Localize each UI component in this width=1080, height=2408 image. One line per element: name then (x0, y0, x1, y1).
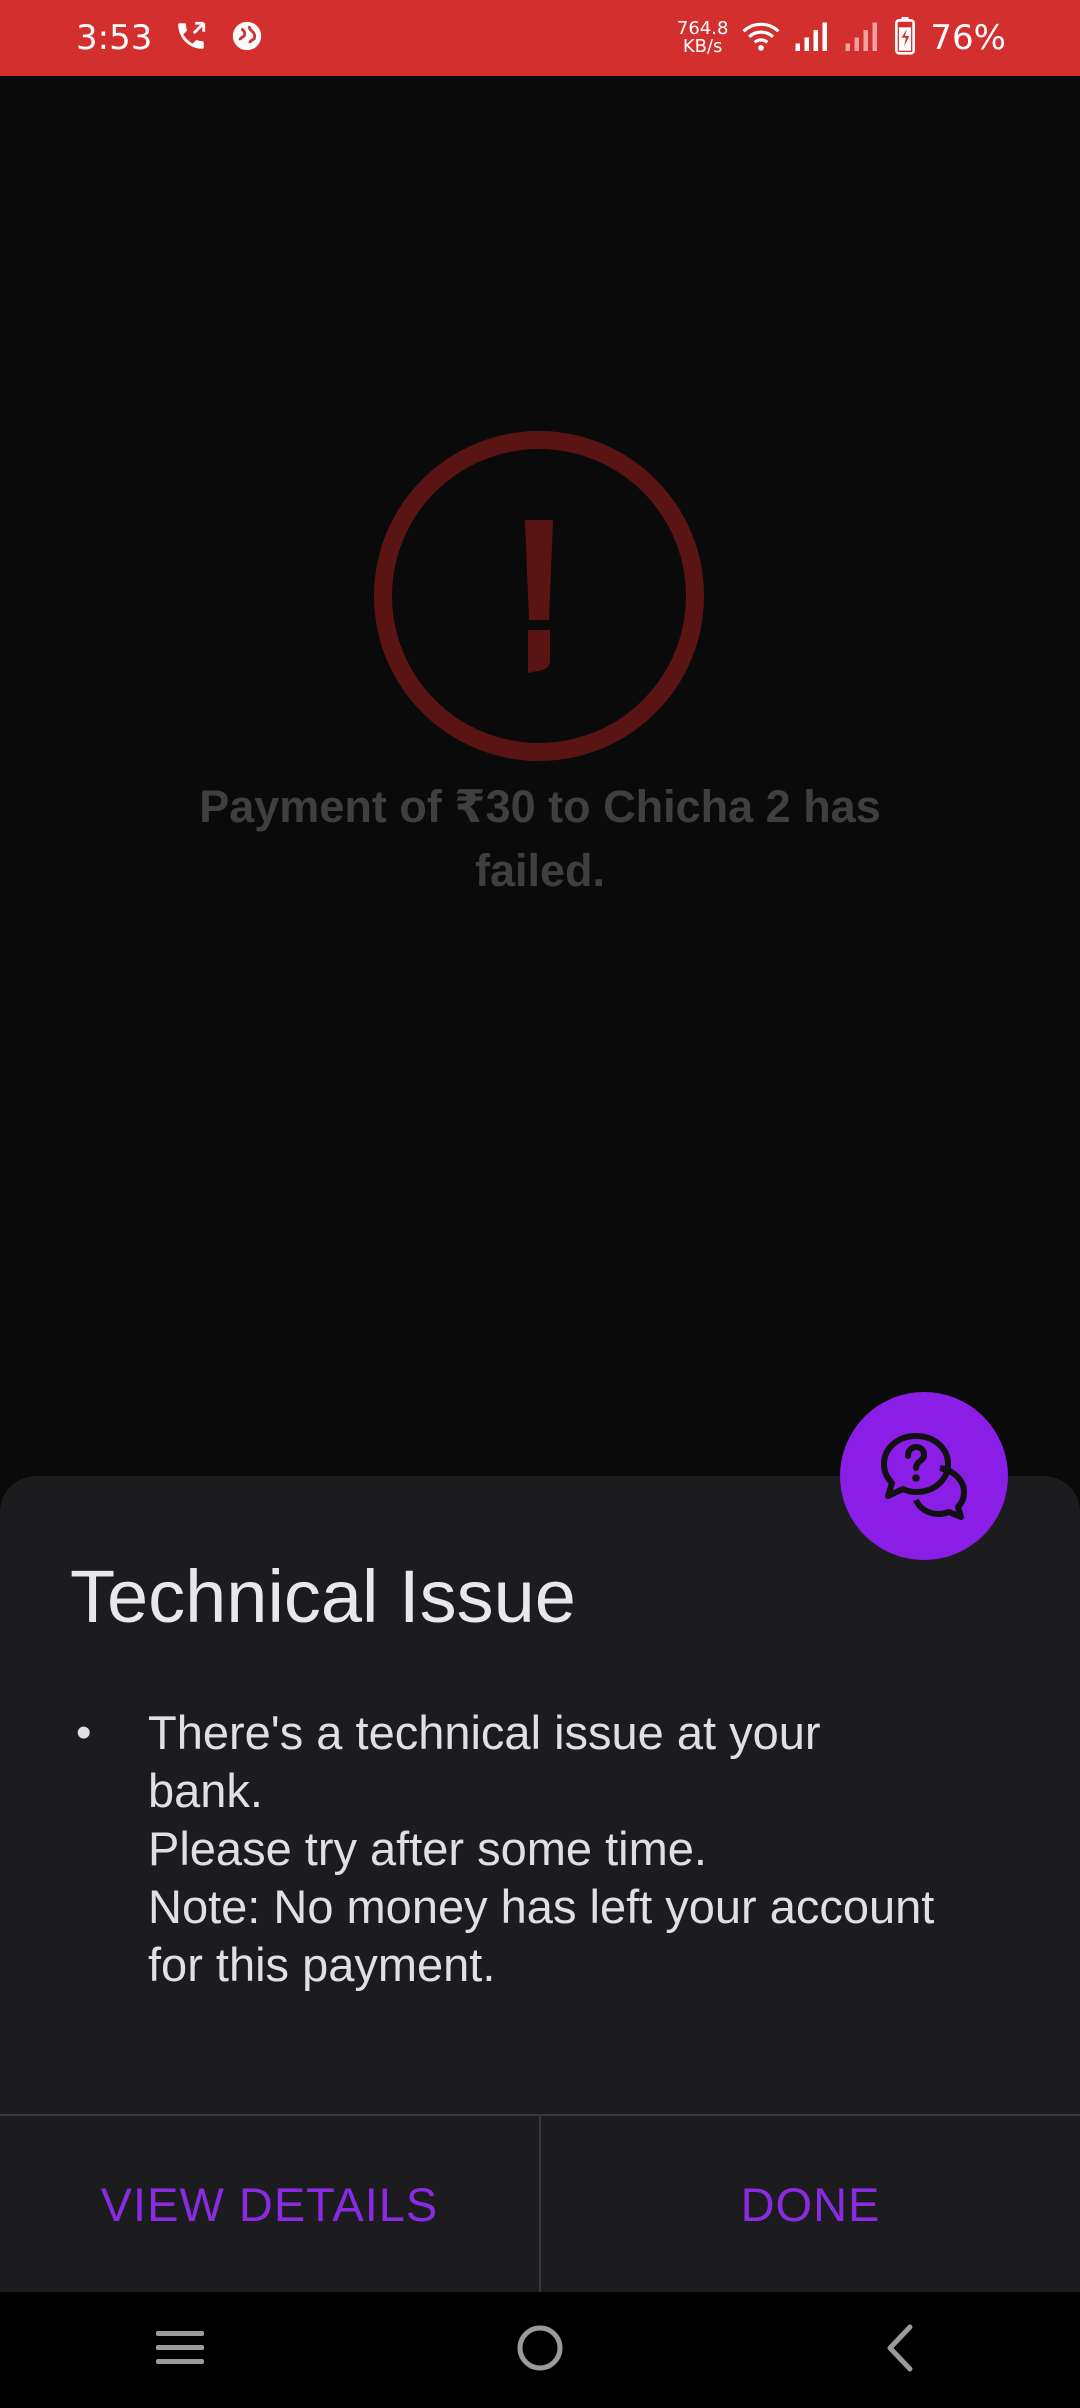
battery-icon (894, 16, 916, 60)
issue-line: Please try after some time. (148, 1822, 707, 1875)
payment-failed-line2: failed. (474, 845, 606, 896)
chevron-left-icon (880, 2323, 920, 2378)
issue-line: There's a technical issue at your (148, 1706, 821, 1759)
menu-icon (154, 2328, 206, 2373)
view-details-button[interactable]: VIEW DETAILS (0, 2116, 539, 2292)
issue-line: Note: No money has left your account (148, 1880, 935, 1933)
payment-failed-line1: Payment of ₹30 to Chicha 2 has (199, 781, 881, 832)
help-chat-button[interactable] (840, 1392, 1008, 1560)
phone-call-icon (174, 19, 208, 58)
wifi-icon (742, 19, 780, 58)
network-speed-unit: KB/s (682, 36, 723, 57)
status-time: 3:53 (76, 18, 153, 58)
status-bar: 3:53 764.8 KB/s 76% (0, 0, 1080, 76)
signal-weak-icon (844, 19, 880, 58)
back-button[interactable] (840, 2292, 960, 2408)
issue-line: for this payment. (148, 1938, 496, 1991)
chat-help-icon (878, 1428, 970, 1525)
globe-icon (230, 19, 264, 58)
network-speed: 764.8 KB/s (677, 20, 729, 56)
battery-percent: 76% (930, 18, 1006, 58)
home-button[interactable] (480, 2292, 600, 2408)
payment-failed-message: Payment of ₹30 to Chicha 2 has failed. (150, 775, 930, 903)
done-button[interactable]: DONE (541, 2116, 1080, 2292)
screen: 3:53 764.8 KB/s 76% Payment of ₹30 to Ch… (0, 0, 1080, 2408)
sheet-title: Technical Issue (70, 1555, 576, 1638)
bullet-point: • (76, 1708, 92, 1757)
recent-apps-button[interactable] (120, 2292, 240, 2408)
status-left: 3:53 (76, 18, 264, 58)
home-circle-icon (515, 2323, 565, 2378)
signal-icon (794, 19, 830, 58)
navigation-bar (0, 2292, 1080, 2408)
status-right: 764.8 KB/s 76% (677, 16, 1006, 60)
technical-issue-sheet: Technical Issue • There's a technical is… (0, 1476, 1080, 2292)
exclamation-circle-icon (373, 430, 705, 762)
issue-line: bank. (148, 1764, 263, 1817)
issue-description: There's a technical issue at your bank. … (148, 1704, 1048, 1994)
action-row: VIEW DETAILS DONE (0, 2114, 1080, 2292)
